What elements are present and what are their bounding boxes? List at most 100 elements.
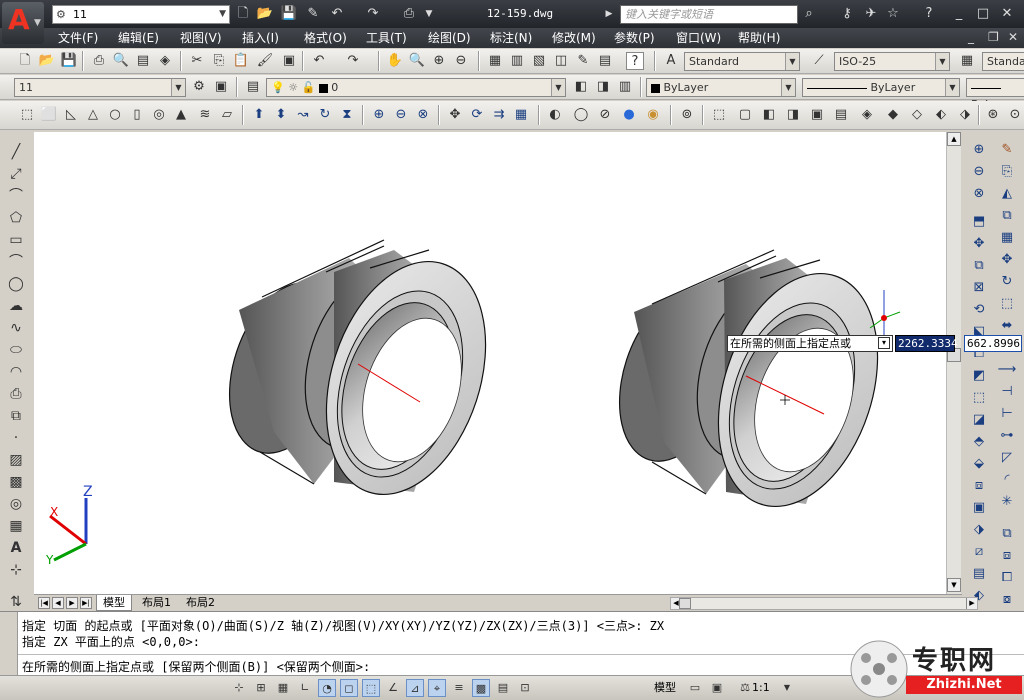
layer-state-manager-icon[interactable]: ⚙ [190, 78, 208, 96]
dim-style-select[interactable]: ISO-25 ▼ [834, 52, 950, 71]
help-icon[interactable]: ? [626, 52, 644, 70]
3d-move-icon[interactable]: ✥ [446, 106, 464, 124]
thicken-icon[interactable]: ▤ [969, 564, 989, 584]
render-icon[interactable]: ◉ [644, 106, 662, 124]
sheet-set-icon[interactable]: ◫ [552, 52, 570, 70]
clean-icon[interactable]: ⬙ [969, 454, 989, 474]
polygon-icon[interactable]: ⬠ [6, 208, 26, 228]
box-icon[interactable]: ⬜ [40, 106, 58, 124]
revolve-icon[interactable]: ↻ [316, 106, 334, 124]
subtract-icon[interactable]: ⊖ [392, 106, 410, 124]
view-se-iso-icon[interactable]: ◈ [858, 106, 876, 124]
break-at-point-icon[interactable]: ⊣ [997, 382, 1017, 402]
quick-view-drawings-icon[interactable]: ▣ [708, 679, 726, 697]
draworder-under-icon[interactable]: ⧇ [997, 590, 1017, 610]
options-down-icon[interactable]: ▾ [878, 337, 890, 349]
match-properties-icon[interactable]: 🖌 [256, 52, 274, 70]
text-style-select[interactable]: Standard ▼ [684, 52, 800, 71]
table-icon[interactable]: ▦ [6, 516, 26, 536]
section-icon[interactable]: ◐ [546, 106, 564, 124]
fillet-icon[interactable]: ◜ [997, 470, 1017, 490]
construction-line-icon[interactable]: ⤢ [6, 164, 26, 184]
model-viewport[interactable]: Z X Y [34, 132, 946, 594]
undo-icon[interactable]: ↶ [328, 5, 346, 23]
hatch-icon[interactable]: ▨ [6, 450, 26, 470]
explode-icon[interactable]: ✳ [997, 492, 1017, 512]
planar-surface-icon[interactable]: ▱ [218, 106, 236, 124]
mirror-icon[interactable]: ◭ [997, 184, 1017, 204]
layer-select[interactable]: 💡 ☼ 🔓 0 ▼ [266, 78, 566, 97]
make-current-icon[interactable]: ◧ [572, 78, 590, 96]
annotation-scale-value[interactable]: 1:1 [752, 681, 770, 695]
3d-align-icon[interactable]: ⇉ [490, 106, 508, 124]
move-icon[interactable]: ✥ [997, 250, 1017, 270]
polyline-icon[interactable]: ⌒ [6, 186, 26, 206]
ucs-icon[interactable]: ⇅ [6, 592, 26, 612]
view-left-icon[interactable]: ◧ [760, 106, 778, 124]
delete-faces-icon[interactable]: ⊠ [969, 278, 989, 298]
menu-parametric[interactable]: 参数(P) [614, 30, 655, 46]
menu-insert[interactable]: 插入(I) [242, 30, 279, 46]
extrude-faces-icon[interactable]: ⬒ [969, 212, 989, 232]
dim-style-icon[interactable]: ⟋ [810, 52, 828, 70]
view-sw-iso-icon[interactable]: ◆ [884, 106, 902, 124]
chevron-right-icon[interactable]: ▶ [600, 5, 618, 23]
rotate-icon[interactable]: ↻ [997, 272, 1017, 292]
last-tab-icon[interactable]: ▶| [80, 597, 92, 609]
menu-format[interactable]: 格式(O) [304, 30, 347, 46]
doc-minimize-icon[interactable]: _ [968, 30, 974, 44]
conceptual-icon[interactable]: ● [620, 106, 638, 124]
new-icon[interactable]: 🗋 [234, 5, 252, 23]
layer-properties-icon[interactable]: ▣ [212, 78, 230, 96]
table-style-icon[interactable]: ▦ [958, 52, 976, 70]
linetype-select[interactable]: ByLayer ▼ [802, 78, 960, 97]
view-bottom-icon[interactable]: ▢ [736, 106, 754, 124]
zoom-previous-icon[interactable]: ⊖ [452, 52, 470, 70]
free-orbit-icon[interactable]: ⊙ [1006, 106, 1024, 124]
doc-close-icon[interactable]: ✕ [1008, 30, 1018, 44]
polysolid-icon[interactable]: ⬚ [18, 106, 36, 124]
bushing-right[interactable] [599, 249, 905, 527]
stretch-icon[interactable]: ⬌ [997, 316, 1017, 336]
view-back-icon[interactable]: ▤ [832, 106, 850, 124]
quick-calc-icon[interactable]: ▤ [596, 52, 614, 70]
quick-view-layouts-icon[interactable]: ▭ [686, 679, 704, 697]
view-iso-icon[interactable]: ⬗ [956, 106, 974, 124]
preview-icon[interactable]: 🔍 [112, 52, 130, 70]
sweep-icon[interactable]: ↝ [294, 106, 312, 124]
rectangle-icon[interactable]: ▭ [6, 230, 26, 250]
ellipse-arc-icon[interactable]: ◠ [6, 362, 26, 382]
quick-properties-icon[interactable]: ▤ [494, 679, 512, 697]
wedge-icon[interactable]: ◺ [62, 106, 80, 124]
dynamic-ucs-icon[interactable]: ⊿ [406, 679, 424, 697]
torus-icon[interactable]: ◎ [150, 106, 168, 124]
grid-display-icon[interactable]: ▦ [274, 679, 292, 697]
scroll-down-icon[interactable]: ▼ [947, 578, 961, 592]
draworder-back-icon[interactable]: ⧈ [997, 546, 1017, 566]
object-snap-tracking-icon[interactable]: ∠ [384, 679, 402, 697]
copy-edges-icon[interactable]: ⬚ [969, 388, 989, 408]
color-select[interactable]: ByLayer ▼ [646, 78, 796, 97]
imprint-icon[interactable]: ⬘ [969, 432, 989, 452]
layer-state-select[interactable]: 11 ▼ [14, 78, 186, 97]
object-snap-icon[interactable]: ◻ [340, 679, 358, 697]
pan-icon[interactable]: ✋ [386, 52, 404, 70]
menu-dimension[interactable]: 标注(N) [490, 30, 532, 46]
circle-icon[interactable]: ◯ [6, 274, 26, 294]
rotate-faces-icon[interactable]: ⟲ [969, 300, 989, 320]
chamfer-icon[interactable]: ◸ [997, 448, 1017, 468]
block-editor-icon[interactable]: ▣ [280, 52, 298, 70]
polar-tracking-icon[interactable]: ◔ [318, 679, 336, 697]
slice-icon[interactable]: ⧄ [969, 542, 989, 562]
horizontal-scrollbar[interactable]: ◀ ▶ [670, 597, 978, 610]
design-center-icon[interactable]: ▥ [508, 52, 526, 70]
qnew-icon[interactable]: 🗋 [16, 52, 34, 70]
lineweight-select[interactable]: ByLa [966, 78, 1024, 111]
infer-constraints-icon[interactable]: ⊹ [230, 679, 248, 697]
open-icon[interactable]: 📂 [38, 52, 56, 70]
dynamic-input-x[interactable]: 2262.3334 [895, 335, 958, 352]
draworder-front-icon[interactable]: ⧉ [997, 524, 1017, 544]
extrude-icon[interactable]: ⬆ [250, 106, 268, 124]
tab-layout1[interactable]: 布局1 [136, 595, 177, 611]
check-icon[interactable]: ⬗ [969, 520, 989, 540]
